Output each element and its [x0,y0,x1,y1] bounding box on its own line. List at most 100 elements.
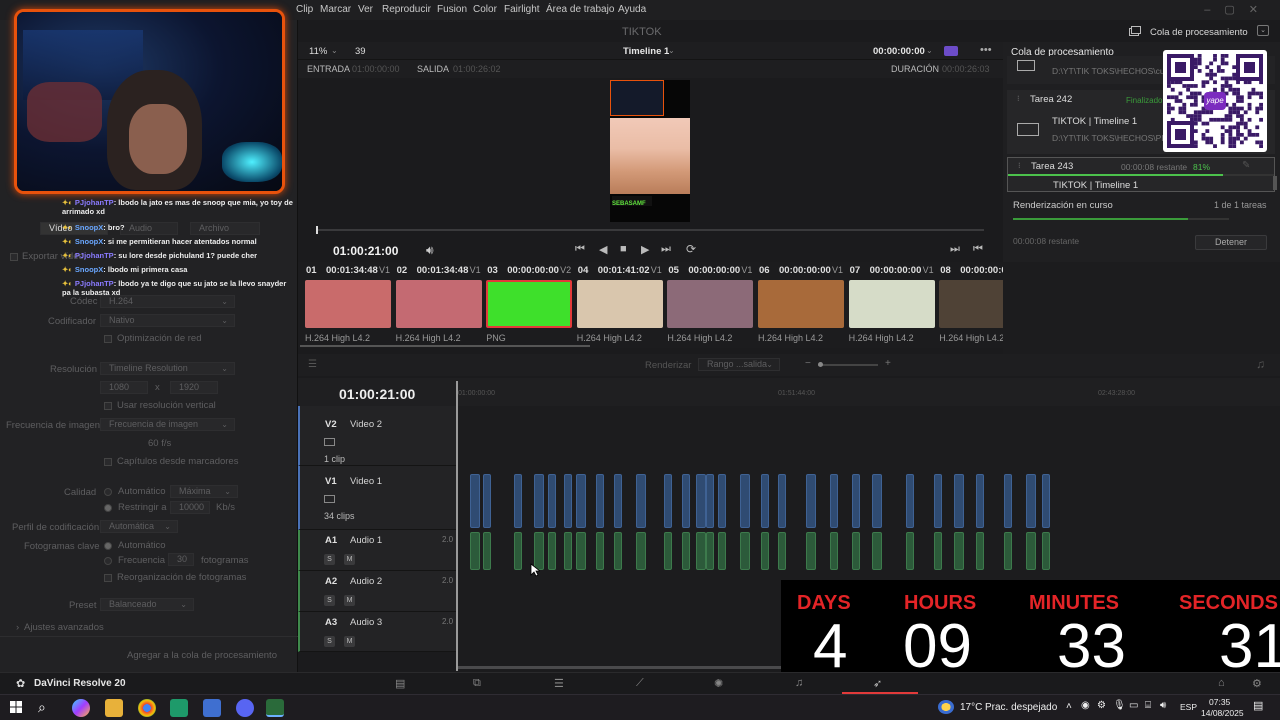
audio-clip[interactable] [470,532,480,570]
menu-area-trabajo[interactable]: Área de trabajo [546,4,614,15]
mute-button[interactable]: M [344,595,355,606]
restrict-field[interactable]: 10000 [170,501,210,514]
reverse-icon[interactable]: ◀ [599,243,607,256]
audio-clip[interactable] [483,532,491,570]
video-clip[interactable] [1042,474,1050,528]
timeline-scrollbar[interactable] [456,666,806,669]
start-icon[interactable] [8,699,26,717]
track-a1[interactable]: A1 Audio 1 2.0 S M [298,530,456,571]
audio-clip[interactable] [830,532,838,570]
copilot-icon[interactable] [72,699,90,717]
track-v2[interactable]: V2 Video 2 1 clip [298,406,456,466]
audio-clip[interactable] [806,532,816,570]
clip-thumbnail[interactable]: 03 00:00:00:00 V2 PNG [485,262,573,348]
video-clip[interactable] [872,474,882,528]
solo-button[interactable]: S [324,636,335,647]
video-clip[interactable] [664,474,672,528]
scrub-bar[interactable] [316,226,984,234]
video-clip[interactable] [636,474,646,528]
menu-marcar[interactable]: Marcar [320,4,351,15]
track-v1[interactable]: V1 Video 1 34 clips [298,466,456,530]
edit-page-icon[interactable]: ☰ [554,677,564,690]
volume-icon[interactable]: 🔊︎ [426,243,434,258]
menu-fairlight[interactable]: Fairlight [504,4,540,15]
video-clip[interactable] [576,474,586,528]
audio-clip[interactable] [664,532,672,570]
video-clip[interactable] [1026,474,1036,528]
display-icon[interactable]: ▭ [1129,700,1138,711]
width-field[interactable]: 1080 [100,381,148,394]
audio-clip[interactable] [636,532,646,570]
file-explorer-icon[interactable] [105,699,123,717]
clip-thumbnail[interactable]: 05 00:00:00:00 V1 H.264 High L4.2 [666,262,754,348]
audio-clip[interactable] [718,532,726,570]
menu-fusion[interactable]: Fusion [437,4,467,15]
clip-thumbnail[interactable]: 04 00:01:41:02 V1 H.264 High L4.2 [576,262,664,348]
audio-clip[interactable] [872,532,882,570]
video-clip[interactable] [483,474,491,528]
window-controls[interactable]: –▢✕ [1204,3,1272,16]
settings-icon[interactable]: ⚙ [1252,677,1262,690]
video-clip[interactable] [596,474,604,528]
audio-clip[interactable] [548,532,556,570]
media-page-icon[interactable]: ▤ [395,677,405,690]
menu-ayuda[interactable]: Ayuda [618,4,646,15]
calculator-icon[interactable] [203,699,221,717]
viewer-mode-icon[interactable] [944,46,958,56]
audio-clip[interactable] [564,532,572,570]
tray-chevron-icon[interactable]: ˄ [1066,701,1072,712]
davinci-taskbar-icon[interactable] [266,699,284,717]
first-frame-icon[interactable]: ⏮ [575,243,585,256]
preset-select[interactable]: Balanceado ⌄ [100,598,194,611]
audio-clip[interactable] [596,532,604,570]
menu-color[interactable]: Color [473,4,497,15]
video-clip[interactable] [954,474,964,528]
mute-button[interactable]: M [344,636,355,647]
audio-clip[interactable] [1026,532,1036,570]
menu-ver[interactable]: Ver [358,4,373,15]
audio-clip[interactable] [682,532,690,570]
collapse-icon[interactable]: ⌄ [1257,25,1269,36]
stop-icon[interactable]: ■ [620,243,627,255]
audio-clip[interactable] [740,532,750,570]
chevron-down-icon[interactable]: ⌄ [926,46,933,55]
deliver-page-icon[interactable]: ➶ [873,677,882,690]
notification-icon[interactable]: ▤ [1253,699,1263,712]
menu-clip[interactable]: Clip [296,4,313,15]
audio-clip[interactable] [1042,532,1050,570]
video-clip[interactable] [696,474,706,528]
keyframes-auto-radio[interactable] [104,542,112,550]
video-clip[interactable] [718,474,726,528]
next-edit-icon[interactable]: ⏭ [950,243,960,256]
scrub-head[interactable] [316,226,318,234]
advanced-settings[interactable]: Ajustes avanzados [24,622,104,633]
clip-thumbnail[interactable]: 07 00:00:00:00 V1 H.264 High L4.2 [848,262,936,348]
search-icon[interactable]: ⌕ [38,699,56,717]
clip-thumbnail[interactable]: 01 00:01:34:48 V1 H.264 High L4.2 [304,262,392,348]
home-icon[interactable]: ⌂ [1218,677,1225,689]
color-page-icon[interactable]: ✺ [714,677,723,690]
video-clip[interactable] [778,474,786,528]
playhead[interactable] [456,381,458,671]
timeline-name[interactable]: Timeline 1 [623,46,669,57]
prev-edit-icon[interactable]: ⏮ [973,243,983,256]
more-options-icon[interactable]: ••• [980,44,992,56]
video-clip[interactable] [761,474,769,528]
zoom-handle[interactable] [818,362,823,367]
network-icon[interactable]: ⌸ [1145,700,1151,711]
audio-clip[interactable] [906,532,914,570]
framerate-select[interactable]: Frecuencia de imagen ⌄ [100,418,235,431]
list-icon[interactable]: ☰ [308,359,317,370]
video-clip[interactable] [534,474,544,528]
zoom-in-icon[interactable]: + [885,358,891,369]
audio-clip[interactable] [954,532,964,570]
audio-clip[interactable] [976,532,984,570]
video-clip[interactable] [614,474,622,528]
profile-select[interactable]: Automática ⌄ [100,520,178,533]
video-clip[interactable] [564,474,572,528]
video-clip[interactable] [470,474,480,528]
chrome-icon[interactable] [138,699,156,717]
queue-button[interactable]: Cola de procesamiento [1150,27,1248,38]
cut-page-icon[interactable]: ⧉ [473,677,481,690]
audio-clip[interactable] [1004,532,1012,570]
